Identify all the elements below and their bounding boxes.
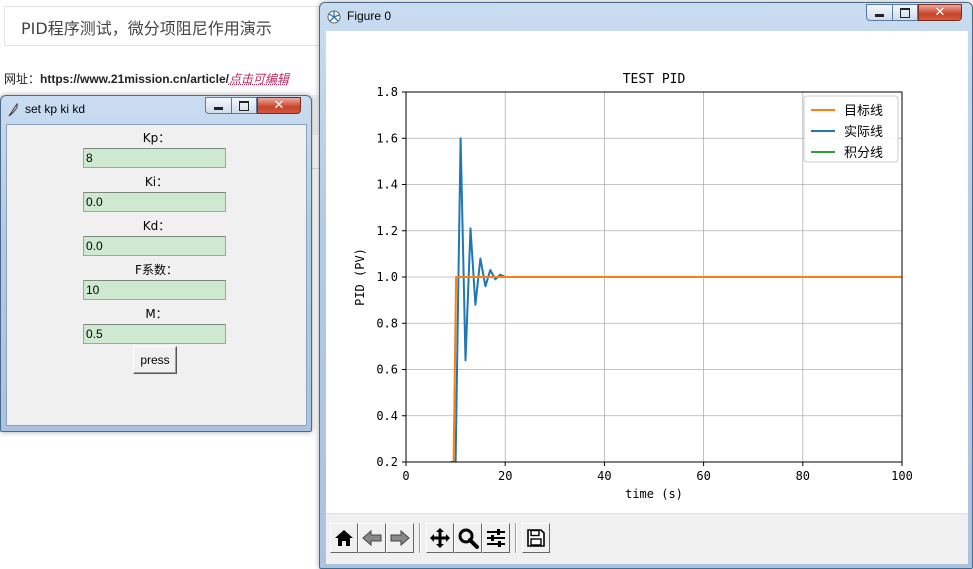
dialog-window: set kp ki kd ✕ Kp： Ki： Kd： F系数： M： press bbox=[0, 95, 312, 432]
y-tick-label: 0.8 bbox=[376, 316, 398, 330]
figure-minimize-button[interactable] bbox=[866, 4, 892, 21]
page-title: PID程序测试，微分项阻尼作用演示 bbox=[21, 19, 272, 38]
minimize-button[interactable] bbox=[205, 97, 231, 114]
press-button[interactable]: press bbox=[133, 346, 177, 374]
ki-input[interactable] bbox=[83, 192, 226, 212]
subplots-button[interactable] bbox=[482, 523, 510, 553]
legend: 目标线实际线积分线 bbox=[803, 95, 899, 163]
page-title-box: PID程序测试，微分项阻尼作用演示 bbox=[4, 6, 320, 46]
figure-close-button[interactable]: ✕ bbox=[918, 4, 962, 21]
kp-input[interactable] bbox=[83, 148, 226, 168]
ki-label: Ki： bbox=[144, 175, 169, 189]
back-button[interactable] bbox=[358, 523, 386, 553]
figure-titlebar[interactable]: Figure 0 ✕ bbox=[320, 3, 972, 29]
figure-maximize-button[interactable] bbox=[892, 4, 918, 21]
zoom-button[interactable] bbox=[454, 523, 482, 553]
zoom-icon bbox=[458, 528, 479, 549]
url-text[interactable]: https://www.21mission.cn/article/ bbox=[40, 72, 229, 86]
legend-label: 实际线 bbox=[844, 125, 883, 140]
x-tick-label: 80 bbox=[796, 469, 810, 483]
back-arrow-icon bbox=[362, 529, 382, 547]
chart-title: TEST PID bbox=[623, 72, 686, 87]
f-label: F系数： bbox=[135, 263, 178, 277]
x-axis-label: time (s) bbox=[625, 487, 683, 501]
x-tick-label: 20 bbox=[498, 469, 512, 483]
matplotlib-icon bbox=[327, 9, 341, 28]
y-tick-label: 0.6 bbox=[376, 363, 398, 377]
forward-button[interactable] bbox=[386, 523, 414, 553]
pan-button[interactable] bbox=[426, 523, 454, 553]
close-icon: ✕ bbox=[273, 98, 285, 113]
y-tick-label: 1.2 bbox=[376, 224, 398, 238]
y-tick-label: 1.6 bbox=[376, 131, 398, 145]
figure-canvas[interactable]: 0 20 40 60 80 100 0.2 0.4 0.6 0.8 1.0 1.2 1.4 1.6 1.8 … bbox=[326, 31, 968, 513]
m-input[interactable] bbox=[83, 324, 226, 344]
x-tick-label: 100 bbox=[891, 469, 913, 483]
minimize-icon bbox=[214, 107, 223, 110]
series-line-1 bbox=[450, 137, 902, 462]
y-tick-label: 1.8 bbox=[376, 85, 398, 99]
minimize-icon bbox=[875, 14, 884, 17]
save-button[interactable] bbox=[522, 523, 550, 553]
maximize-icon bbox=[239, 100, 249, 111]
y-axis-label: PID (PV) bbox=[353, 248, 367, 306]
close-icon: ✕ bbox=[934, 5, 946, 20]
m-label: M： bbox=[145, 307, 168, 321]
maximize-icon bbox=[900, 7, 910, 18]
y-tick-label: 0.2 bbox=[376, 455, 398, 469]
edit-link[interactable]: 点击可编辑 bbox=[229, 72, 289, 86]
toolbar-separator bbox=[515, 523, 517, 553]
kd-input[interactable] bbox=[83, 236, 226, 256]
x-tick-label: 0 bbox=[402, 469, 409, 483]
home-icon bbox=[335, 530, 353, 546]
y-tick-label: 0.4 bbox=[376, 409, 398, 423]
y-tick-label: 1.0 bbox=[376, 270, 398, 284]
dialog-body: Kp： Ki： Kd： F系数： M： press bbox=[6, 124, 307, 426]
x-tick-label: 60 bbox=[696, 469, 710, 483]
figure-toolbar bbox=[326, 513, 968, 564]
kd-label: Kd： bbox=[142, 219, 171, 233]
kp-label: Kp： bbox=[142, 131, 171, 145]
close-button[interactable]: ✕ bbox=[257, 97, 301, 114]
forward-arrow-icon bbox=[390, 529, 410, 547]
y-tick-label: 1.4 bbox=[376, 178, 398, 192]
f-input[interactable] bbox=[83, 280, 226, 300]
figure-window: Figure 0 ✕ 0 20 40 60 80 100 0.2 0.4 0.6 0.8 1.0 1.… bbox=[319, 2, 973, 569]
x-tick-label: 40 bbox=[597, 469, 611, 483]
dialog-titlebar[interactable]: set kp ki kd ✕ bbox=[1, 96, 311, 122]
chart: 0 20 40 60 80 1000.20.40.60.81.01.21.41.61.8 … bbox=[353, 72, 913, 501]
pan-icon bbox=[430, 528, 450, 548]
url-label: 网址： bbox=[4, 72, 41, 86]
home-button[interactable] bbox=[330, 523, 358, 553]
figure-title: Figure 0 bbox=[347, 9, 392, 23]
toolbar-separator bbox=[419, 523, 421, 553]
subplots-icon bbox=[487, 529, 505, 547]
url-line: 网址：https://www.21mission.cn/article/点击可编… bbox=[4, 70, 289, 87]
legend-label: 目标线 bbox=[844, 104, 883, 119]
maximize-button[interactable] bbox=[231, 97, 257, 114]
legend-label: 积分线 bbox=[844, 146, 883, 161]
save-icon bbox=[527, 529, 545, 547]
feather-icon bbox=[7, 102, 19, 121]
dialog-title: set kp ki kd bbox=[25, 102, 86, 116]
